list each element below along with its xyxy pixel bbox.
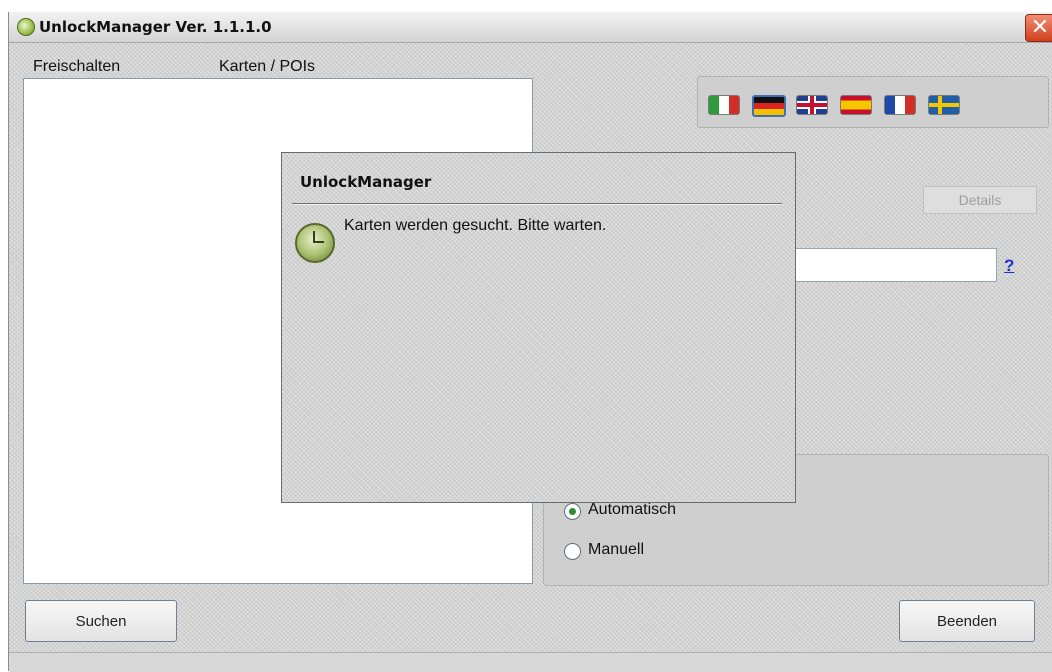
dialog-message: Karten werden gesucht. Bitte warten. xyxy=(344,217,607,234)
dialog-divider xyxy=(292,203,782,205)
radio-automatisch[interactable] xyxy=(564,503,581,520)
window-title: UnlockManager Ver. 1.1.1.0 xyxy=(39,18,272,36)
help-link[interactable]: ? xyxy=(1004,256,1014,276)
flag-uk-icon[interactable] xyxy=(796,95,828,115)
language-selector xyxy=(697,76,1049,128)
flag-spain-icon[interactable] xyxy=(840,95,872,115)
tab-karten-pois[interactable]: Karten / POIs xyxy=(219,58,315,76)
flag-italy-icon[interactable] xyxy=(708,95,740,115)
close-button[interactable]: ✕ xyxy=(1025,14,1052,42)
flag-sweden-icon[interactable] xyxy=(928,95,960,115)
clock-icon xyxy=(295,223,335,263)
code-input[interactable] xyxy=(789,248,997,282)
details-button[interactable]: Details xyxy=(923,186,1037,214)
title-bar[interactable]: UnlockManager Ver. 1.1.1.0 ✕ xyxy=(9,12,1052,43)
flag-france-icon[interactable] xyxy=(884,95,916,115)
search-button[interactable]: Suchen xyxy=(25,600,177,642)
radio-manuell[interactable] xyxy=(564,543,581,560)
radio-automatisch-label[interactable]: Automatisch xyxy=(588,501,676,519)
progress-dialog: UnlockManager Karten werden gesucht. Bit… xyxy=(281,152,796,503)
dialog-title: UnlockManager xyxy=(300,173,432,191)
exit-button[interactable]: Beenden xyxy=(899,600,1035,642)
radio-manuell-label[interactable]: Manuell xyxy=(588,541,644,559)
app-icon xyxy=(17,18,35,36)
background-strip xyxy=(0,0,1052,12)
tab-freischalten[interactable]: Freischalten xyxy=(33,58,120,76)
status-bar xyxy=(9,652,1052,672)
flag-germany-icon[interactable] xyxy=(752,95,786,117)
